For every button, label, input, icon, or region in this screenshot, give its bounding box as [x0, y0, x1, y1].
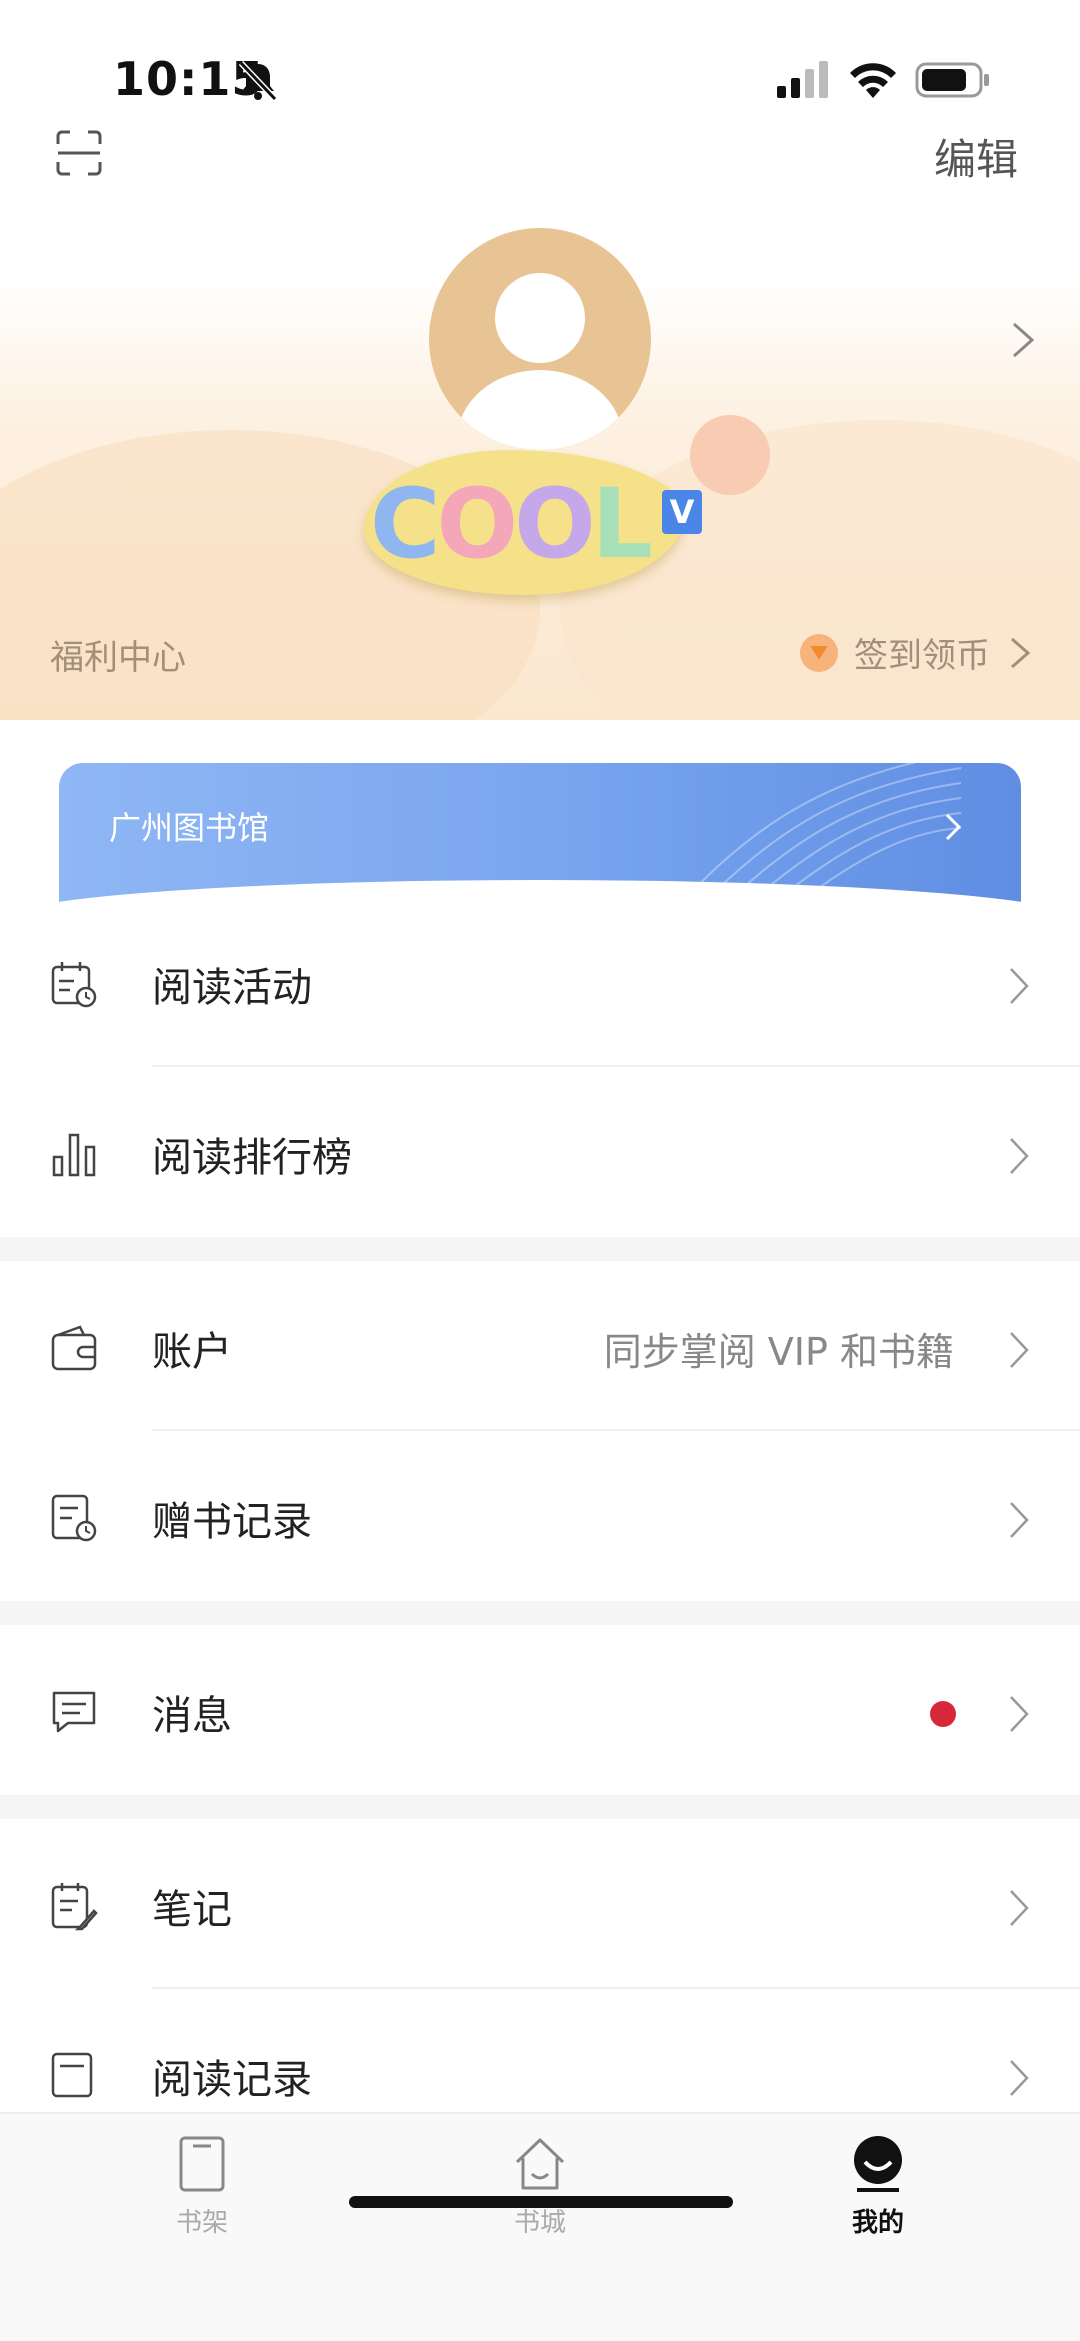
avatar[interactable] [429, 228, 651, 450]
avatar-body-shape [457, 370, 623, 450]
menu-label: 消息 [152, 1693, 232, 1739]
chevron-right-icon [945, 813, 962, 841]
chevron-right-icon [1010, 1138, 1029, 1174]
chevron-right-icon [1010, 968, 1029, 1004]
badge-text: COOL [370, 468, 653, 580]
section-separator [0, 1601, 1080, 1625]
signin-coins-button[interactable]: 签到领币 [800, 628, 1032, 677]
menu-item-messages[interactable]: 消息 [0, 1625, 1080, 1795]
menu-label: 阅读记录 [152, 2057, 312, 2103]
bookshelf-icon [179, 2136, 225, 2192]
library-name: 广州图书馆 [109, 809, 270, 847]
document-clock-icon [51, 1494, 97, 1542]
cool-badge: COOL V [352, 440, 712, 605]
status-bar: 10:15 [0, 0, 1080, 150]
chevron-right-icon [1010, 2060, 1029, 2096]
battery-icon [915, 62, 989, 98]
signin-label: 签到领币 [854, 636, 990, 676]
menu-label: 赠书记录 [152, 1499, 312, 1545]
message-icon [52, 1691, 96, 1733]
chevron-right-icon [1010, 1332, 1029, 1368]
account-sync-hint: 同步掌阅 VIP 和书籍 [603, 1330, 954, 1374]
unread-dot [930, 1701, 956, 1727]
menu-item-reading-activities[interactable]: 阅读活动 [0, 897, 1080, 1067]
chevron-right-icon [1010, 1890, 1029, 1926]
note-edit-icon [51, 1883, 98, 1931]
menu-label: 笔记 [152, 1887, 232, 1933]
section-separator [0, 1237, 1080, 1261]
wallet-icon [51, 1325, 97, 1371]
tab-label: 我的 [851, 2208, 904, 2238]
coin-icon [800, 633, 838, 672]
menu-item-account[interactable]: 账户 同步掌阅 VIP 和书籍 [0, 1261, 1080, 1431]
menu-item-reading-ranking[interactable]: 阅读排行榜 [0, 1067, 1080, 1237]
calendar-clock-icon [51, 962, 97, 1008]
bar-chart-icon [52, 1133, 96, 1177]
section-separator [0, 1795, 1080, 1819]
home-icon [515, 2138, 565, 2190]
menu-item-gift-records[interactable]: 赠书记录 [0, 1431, 1080, 1601]
menu-list: 阅读活动 阅读排行榜 账户 同步掌阅 VIP 和书籍 赠书记录 消息 笔记 阅读… [0, 880, 1080, 2120]
bottom-tab-bar: 书架 书城 我的 [0, 2112, 1080, 2341]
bell-off-icon [238, 60, 278, 102]
tab-bookstore[interactable]: 书城 [460, 2134, 620, 2254]
menu-item-notes[interactable]: 笔记 [0, 1819, 1080, 1989]
wifi-icon [850, 63, 896, 98]
scan-icon[interactable] [56, 130, 102, 176]
tab-me[interactable]: 我的 [798, 2134, 958, 2254]
vip-tag: V [662, 490, 702, 534]
home-indicator[interactable] [349, 2196, 733, 2208]
reading-history-icon [51, 2052, 93, 2098]
menu-label: 账户 [152, 1329, 232, 1375]
chevron-right-icon[interactable] [1008, 320, 1038, 360]
chevron-right-icon [1011, 637, 1031, 668]
menu-label: 阅读排行榜 [152, 1135, 352, 1181]
edit-button[interactable]: 编辑 [934, 126, 1018, 187]
cellular-signal-icon [777, 61, 828, 98]
tab-label: 书架 [175, 2208, 228, 2238]
profile-icon [854, 2136, 902, 2192]
welfare-center-link[interactable]: 福利中心 [50, 630, 186, 679]
chevron-right-icon [1010, 1696, 1029, 1732]
chevron-right-icon [1010, 1502, 1029, 1538]
avatar-head-shape [495, 273, 585, 363]
menu-label: 阅读活动 [152, 965, 312, 1011]
tab-bookshelf[interactable]: 书架 [122, 2134, 282, 2254]
